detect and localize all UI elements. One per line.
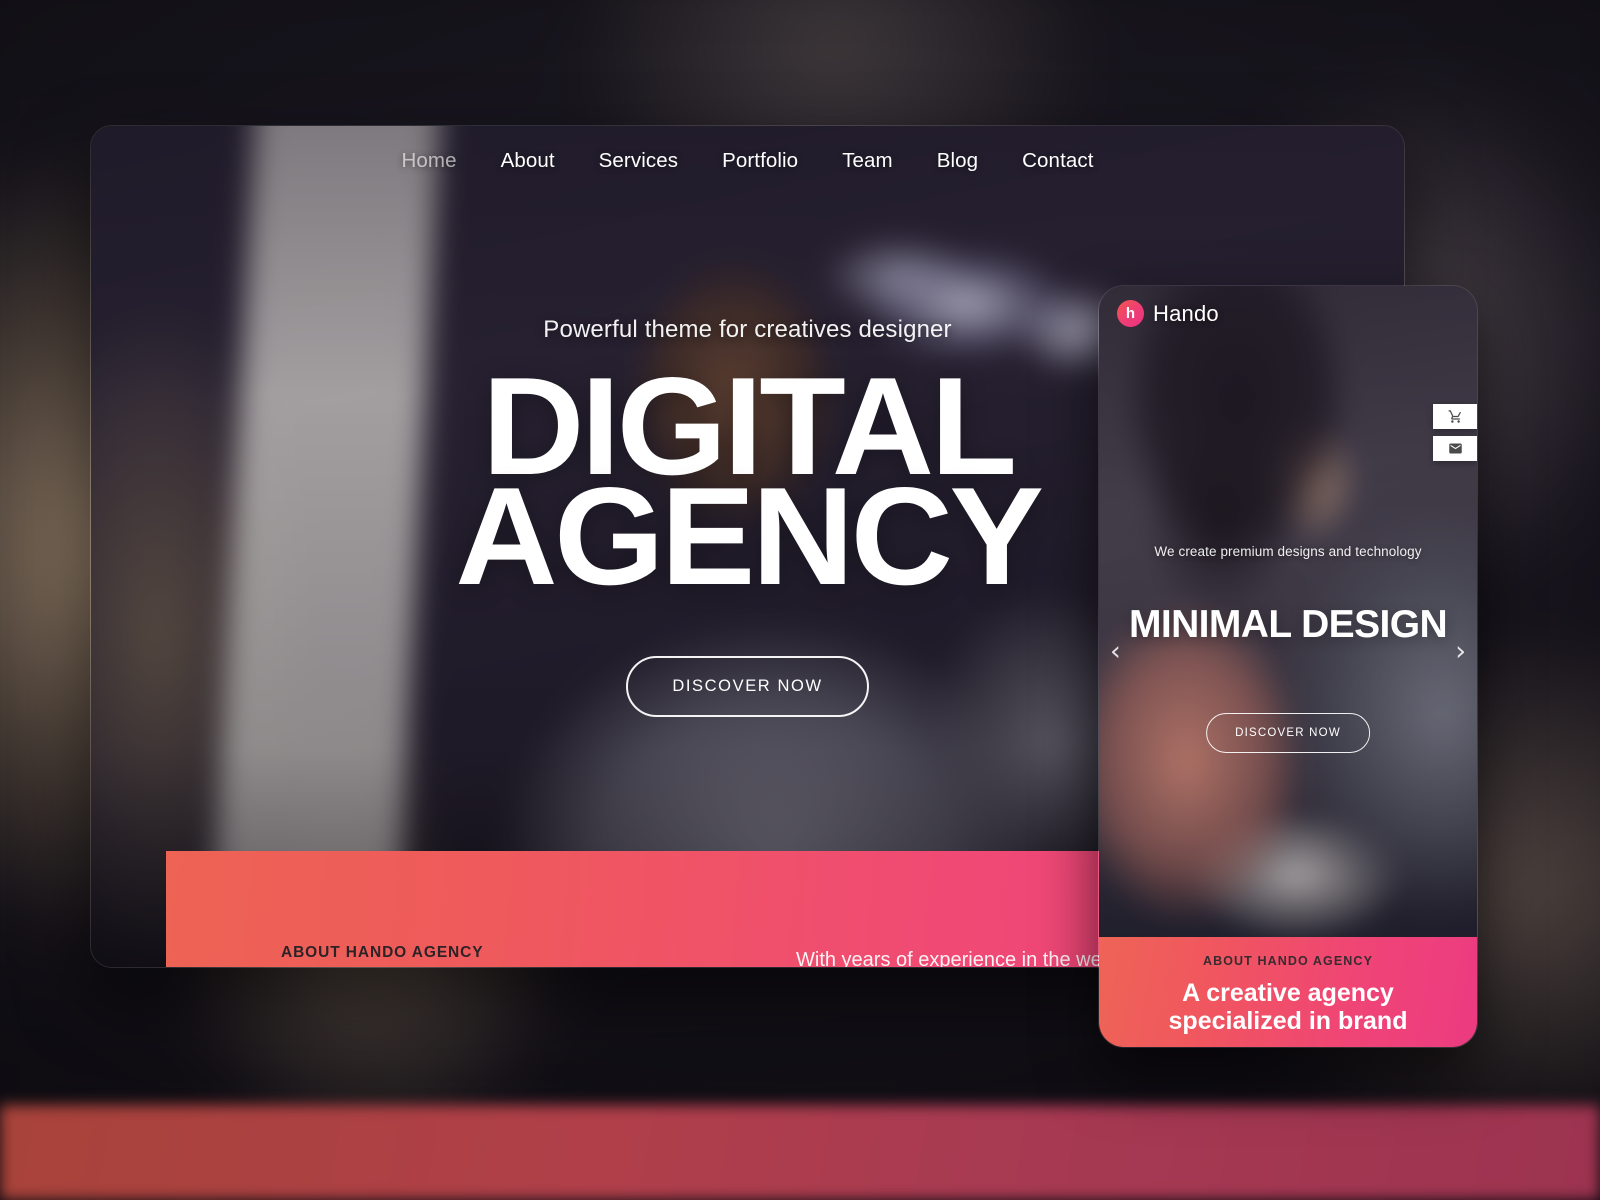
discover-now-button[interactable]: DISCOVER NOW xyxy=(626,655,869,717)
nav-item-services[interactable]: Services xyxy=(577,143,700,179)
nav-item-blog[interactable]: Blog xyxy=(915,143,1000,179)
mobile-discover-now-button[interactable]: DISCOVER NOW xyxy=(1206,713,1370,753)
side-action-tabs xyxy=(1433,404,1477,468)
about-banner-body: With years of experience in the websi xyxy=(796,949,1128,968)
bottom-gradient-strip xyxy=(0,1105,1600,1200)
mobile-mockup: h Hando We create premium designs and te… xyxy=(1098,285,1478,1048)
main-navigation: Home About Services Portfolio Team Blog … xyxy=(91,143,1404,179)
mobile-about-section: ABOUT HANDO AGENCY A creative agency spe… xyxy=(1099,937,1477,1047)
mail-tab[interactable] xyxy=(1433,436,1477,461)
nav-item-team[interactable]: Team xyxy=(820,143,915,179)
mobile-hero: We create premium designs and technology… xyxy=(1099,544,1477,647)
nav-item-portfolio[interactable]: Portfolio xyxy=(700,143,820,179)
nav-item-contact[interactable]: Contact xyxy=(1000,143,1115,179)
cart-tab[interactable] xyxy=(1433,404,1477,429)
nav-item-about[interactable]: About xyxy=(479,143,577,179)
mobile-brand[interactable]: h Hando xyxy=(1117,300,1219,327)
carousel-next-icon[interactable]: › xyxy=(1455,638,1466,665)
carousel-prev-icon[interactable]: ‹ xyxy=(1110,638,1121,665)
mobile-hero-subtitle: We create premium designs and technology xyxy=(1154,544,1422,559)
mobile-about-title: A creative agency specialized in brand xyxy=(1099,979,1477,1035)
hero-title: DIGITAL AGENCY xyxy=(454,357,1044,614)
nav-item-home[interactable]: Home xyxy=(379,143,478,179)
mail-icon xyxy=(1448,443,1462,454)
hero-subtitle: Powerful theme for creatives designer xyxy=(543,316,952,343)
mobile-hero-overlay xyxy=(1099,286,1477,1047)
mobile-about-title-line-1: A creative agency xyxy=(1182,979,1394,1007)
mobile-hero-title: MINIMAL DESIGN xyxy=(1128,603,1448,646)
mobile-about-kicker: ABOUT HANDO AGENCY xyxy=(1202,954,1374,968)
hero-title-line-2: AGENCY xyxy=(454,458,1044,614)
cart-icon xyxy=(1448,410,1461,423)
about-banner-kicker: ABOUT HANDO AGENCY xyxy=(281,944,484,961)
brand-name: Hando xyxy=(1153,300,1219,326)
hando-logo-icon: h xyxy=(1117,300,1144,327)
mobile-about-title-line-2: specialized in brand xyxy=(1168,1007,1408,1035)
mobile-hero-photo xyxy=(1099,286,1477,1047)
